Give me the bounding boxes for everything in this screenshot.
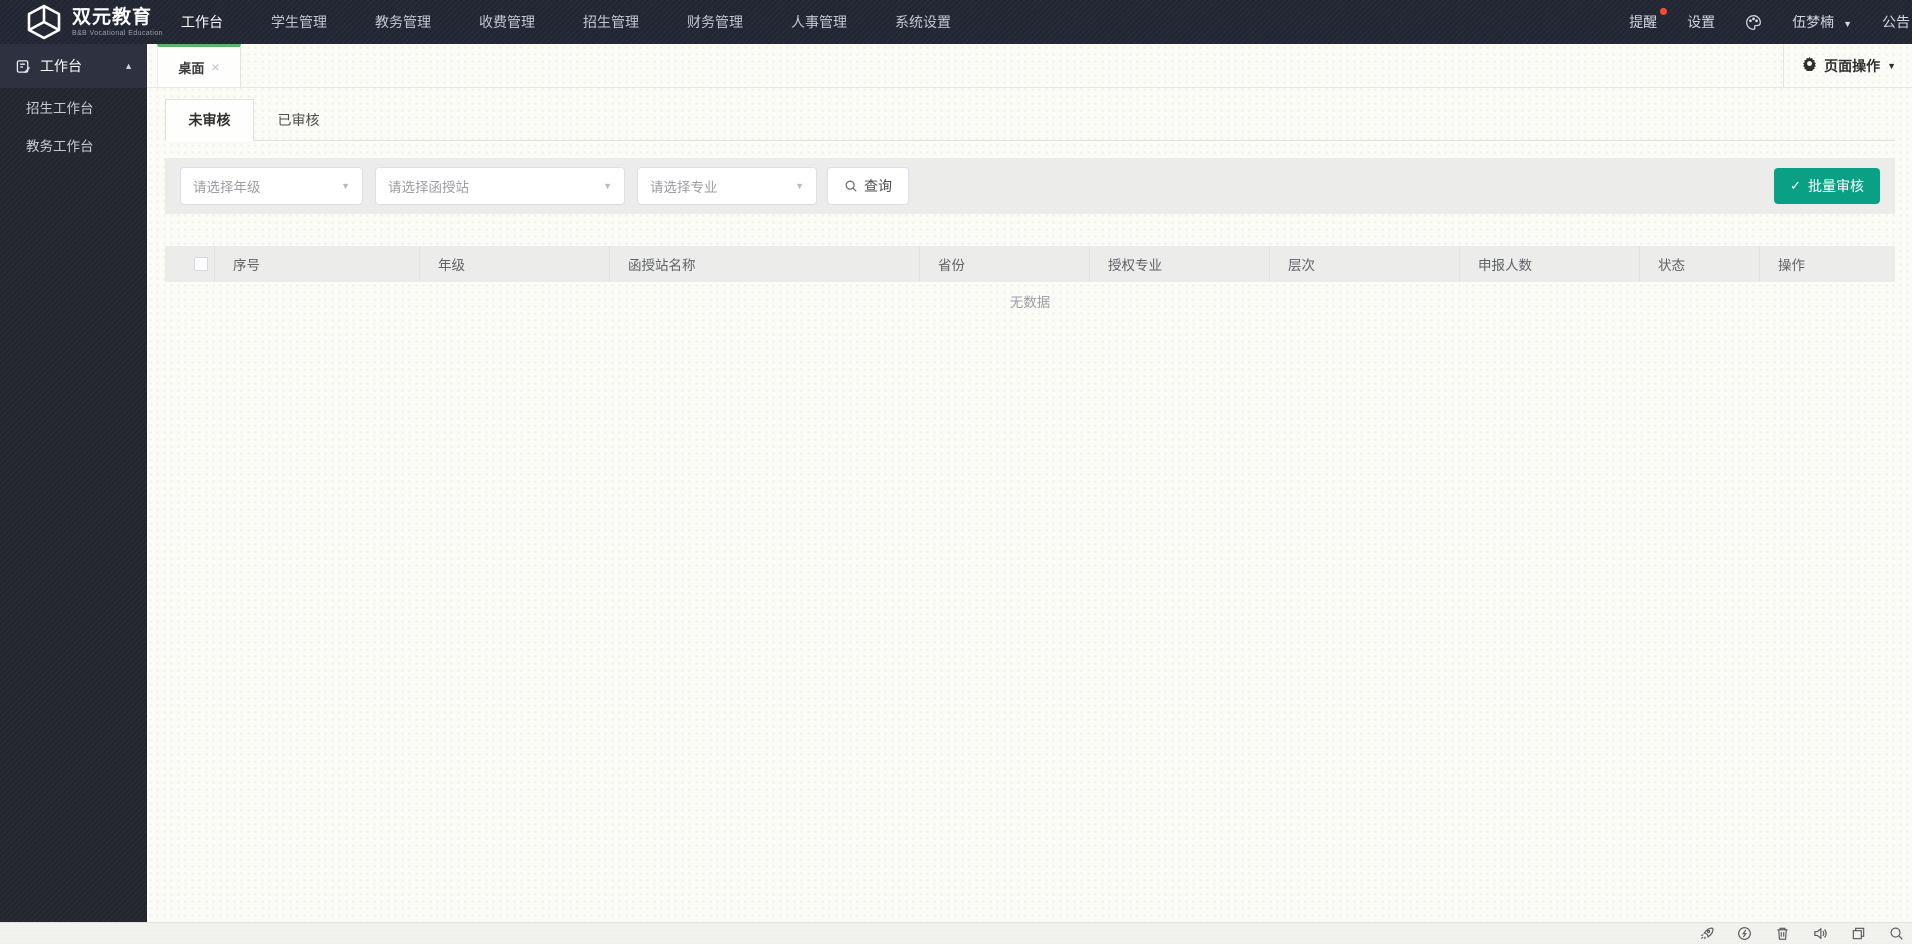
batch-review-button[interactable]: ✓ 批量审核 <box>1774 168 1880 204</box>
col-header-actions: 操作 <box>1778 258 1805 273</box>
brand-logo <box>27 4 61 40</box>
grade-select[interactable]: 请选择年级 ▼ <box>180 167 363 205</box>
search-button[interactable]: 查询 <box>827 167 909 205</box>
brand-text: 双元教育 B&B Vocational Education <box>72 8 163 37</box>
sidebar: 工作台 ▲ 招生工作台 教务工作台 <box>0 44 147 922</box>
announcement-label: 公告 <box>1882 14 1910 30</box>
col-header-applicant-count: 申报人数 <box>1460 246 1640 282</box>
nav-item-system-settings[interactable]: 系统设置 <box>895 12 951 32</box>
reminder-badge-dot <box>1660 8 1668 15</box>
reminder-link[interactable]: 提醒 <box>1629 8 1668 32</box>
zoom-icon[interactable] <box>1889 926 1904 941</box>
volume-icon[interactable] <box>1813 926 1828 941</box>
app-screen: 双元教育 B&B Vocational Education 工作台 学生管理 教… <box>0 0 1912 944</box>
status-bar <box>0 922 1912 944</box>
nav-item-student-mgmt[interactable]: 学生管理 <box>271 12 327 32</box>
review-subtabs: 未审核 已审核 <box>165 98 1895 141</box>
top-nav: 工作台 学生管理 教务管理 收费管理 招生管理 财务管理 人事管理 系统设置 <box>181 12 951 32</box>
search-button-label: 查询 <box>864 178 892 194</box>
gear-icon <box>1802 56 1817 75</box>
theme-palette-icon[interactable] <box>1745 14 1762 31</box>
nav-item-academic-mgmt[interactable]: 教务管理 <box>375 12 431 32</box>
check-icon: ✓ <box>1790 178 1801 193</box>
trash-icon[interactable] <box>1775 926 1790 941</box>
page-actions-menu[interactable]: 页面操作 ▼ <box>1783 44 1912 87</box>
major-select-placeholder: 请选择专业 <box>650 180 718 195</box>
table-header-row: 序号 年级 函授站名称 省份 授权专业 层次 申报人数 状态 操作 <box>165 246 1895 282</box>
announcement-link[interactable]: 公告 <box>1882 12 1910 32</box>
workbench-icon <box>16 59 31 73</box>
col-header-authorized-major: 授权专业 <box>1090 246 1270 282</box>
nav-item-fee-mgmt[interactable]: 收费管理 <box>479 12 535 32</box>
chevron-down-icon: ▼ <box>1887 60 1896 71</box>
body-row: 工作台 ▲ 招生工作台 教务工作台 桌面 × 页面操作 ▼ 未审核 已审核 请选… <box>0 44 1912 922</box>
topbar: 双元教育 B&B Vocational Education 工作台 学生管理 教… <box>0 0 1912 44</box>
chevron-down-icon: ▼ <box>603 181 612 191</box>
subtab-unreviewed[interactable]: 未审核 <box>165 99 254 141</box>
table-empty-text: 无数据 <box>1009 295 1051 310</box>
sidebar-item-academic-workbench[interactable]: 教务工作台 <box>0 126 147 164</box>
chevron-up-icon: ▲ <box>124 61 133 71</box>
major-select[interactable]: 请选择专业 ▼ <box>637 167 817 205</box>
sidebar-group-workbench[interactable]: 工作台 ▲ <box>0 44 147 88</box>
filter-bar: 请选择年级 ▼ 请选择函授站 ▼ 请选择专业 ▼ 查询 ✓ 批量审核 <box>165 158 1895 214</box>
batch-review-label: 批量审核 <box>1808 178 1864 194</box>
select-all-checkbox[interactable] <box>194 257 208 271</box>
col-header-grade: 年级 <box>420 246 610 282</box>
col-header-station-name: 函授站名称 <box>610 246 920 282</box>
col-header-index: 序号 <box>215 246 420 282</box>
station-select-placeholder: 请选择函授站 <box>388 180 469 195</box>
settings-label: 设置 <box>1687 14 1716 30</box>
nav-item-enrollment-mgmt[interactable]: 招生管理 <box>583 12 639 32</box>
col-header-province: 省份 <box>920 246 1090 282</box>
sidebar-item-enrollment-workbench[interactable]: 招生工作台 <box>0 88 147 126</box>
chevron-down-icon: ▼ <box>1843 19 1852 29</box>
window-icon[interactable] <box>1851 926 1866 941</box>
col-header-status: 状态 <box>1640 246 1760 282</box>
brand-title: 双元教育 <box>72 6 153 28</box>
table-header-checkbox-cell <box>165 246 215 282</box>
sidebar-group-label: 工作台 <box>40 58 82 74</box>
subtab-reviewed[interactable]: 已审核 <box>254 99 343 141</box>
page-actions-label: 页面操作 <box>1824 57 1881 74</box>
nav-item-workbench[interactable]: 工作台 <box>181 12 223 32</box>
user-menu[interactable]: 伍梦楠 ▼ <box>1792 12 1852 32</box>
chevron-down-icon: ▼ <box>795 181 804 191</box>
performance-icon[interactable] <box>1737 926 1752 941</box>
page-tabbar: 桌面 × 页面操作 ▼ <box>147 44 1912 88</box>
grade-select-placeholder: 请选择年级 <box>193 180 261 195</box>
reminder-label: 提醒 <box>1629 14 1658 30</box>
content: 未审核 已审核 请选择年级 ▼ 请选择函授站 ▼ 请选择专业 ▼ 查询 ✓ 批量… <box>147 88 1912 922</box>
brand-subtitle: B&B Vocational Education <box>72 29 163 37</box>
tab-desktop-label: 桌面 <box>178 60 205 76</box>
tab-desktop[interactable]: 桌面 × <box>157 44 241 87</box>
topbar-right: 提醒 设置 伍梦楠 ▼ 公告 <box>1629 8 1912 32</box>
rocket-icon[interactable] <box>1699 926 1714 941</box>
main-area: 桌面 × 页面操作 ▼ 未审核 已审核 请选择年级 ▼ 请选择函授站 ▼ 请选择… <box>147 44 1912 922</box>
close-icon[interactable]: × <box>211 60 219 74</box>
chevron-down-icon: ▼ <box>341 181 350 191</box>
nav-item-finance-mgmt[interactable]: 财务管理 <box>687 12 743 32</box>
brand: 双元教育 B&B Vocational Education <box>0 4 167 40</box>
col-header-level: 层次 <box>1270 246 1460 282</box>
settings-link[interactable]: 设置 <box>1687 12 1715 32</box>
nav-item-hr-mgmt[interactable]: 人事管理 <box>791 12 847 32</box>
search-icon <box>845 180 857 192</box>
station-select[interactable]: 请选择函授站 ▼ <box>375 167 625 205</box>
user-name: 伍梦楠 <box>1792 14 1835 30</box>
